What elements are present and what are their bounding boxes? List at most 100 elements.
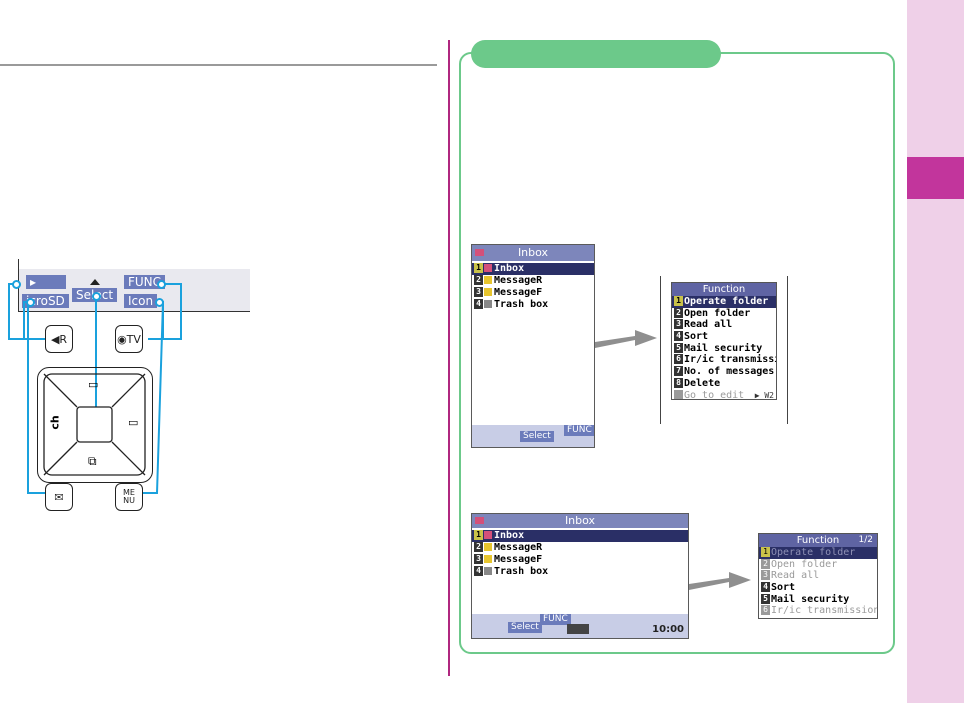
- row-number: 4: [474, 566, 483, 576]
- navigation-pad[interactable]: ▭ ch ▭ ⧉: [37, 367, 153, 483]
- item-label: No. of messages: [684, 366, 775, 378]
- function-item[interactable]: Go to edit ▶ W2: [672, 389, 776, 400]
- mail-icon: [475, 249, 484, 256]
- softkey-area: Select FUNC: [472, 425, 594, 447]
- item-number: 5: [761, 593, 770, 604]
- function-item[interactable]: 4 Sort: [759, 582, 877, 594]
- item-number: 1: [674, 296, 683, 306]
- nav-down-icon[interactable]: ⧉: [88, 454, 97, 469]
- next-page-indicator: ▶ W2: [754, 390, 774, 400]
- nav-right-icon[interactable]: ▭: [128, 416, 138, 429]
- key-diagram: ▸ icroSD Select FUNC Icon ◀R ◉TV: [0, 255, 260, 525]
- inbox-screen-landscape: Inbox 1 Inbox 2 MessageR 3 MessageF 4 Trash …: [471, 513, 689, 639]
- side-index-tab: [907, 157, 964, 199]
- page-indicator: 1/2: [858, 535, 873, 545]
- row-label: Trash box: [494, 566, 549, 577]
- row-number: 2: [474, 275, 483, 285]
- item-number: 6: [761, 605, 770, 616]
- item-number: 3: [674, 319, 683, 330]
- row-number: 3: [474, 554, 483, 564]
- menu-key[interactable]: ME NU: [115, 483, 143, 511]
- function-title: Function: [796, 535, 840, 546]
- voice-key[interactable]: ◀R: [45, 325, 73, 353]
- function-item[interactable]: 6Ir/ic transmission: [672, 354, 776, 366]
- item-label: Operate folder: [771, 547, 856, 558]
- select-softkey[interactable]: Select: [508, 622, 542, 633]
- function-item[interactable]: 8 Delete: [672, 377, 776, 390]
- item-label: Mail security: [771, 593, 850, 605]
- function-item[interactable]: 4 Sort: [672, 331, 776, 343]
- function-item[interactable]: 2 Open folder: [759, 558, 877, 571]
- item-label: Ir/ic transmission: [684, 354, 776, 366]
- row-label: MessageF: [494, 287, 543, 298]
- row-label: MessageF: [494, 554, 543, 565]
- folder-icon: [484, 288, 492, 296]
- tv-key-label: ◉TV: [117, 332, 141, 346]
- callout-dot: [12, 280, 21, 289]
- folder-row[interactable]: 1 Inbox: [472, 530, 688, 542]
- item-number: 8: [674, 377, 683, 388]
- item-label: Sort: [771, 582, 796, 594]
- function-title-bar: Function: [672, 283, 776, 296]
- folder-row[interactable]: 4 Trash box: [472, 299, 594, 311]
- screen-title: Inbox: [564, 514, 596, 527]
- item-number: 4: [761, 582, 770, 593]
- inbox-screen-portrait: Inbox 1 Inbox 2 MessageR 3 MessageF 4 Trash …: [471, 244, 595, 448]
- item-number: 5: [674, 342, 683, 353]
- row-number: 4: [474, 299, 483, 309]
- folder-row[interactable]: 3 MessageF: [472, 554, 688, 566]
- row-label: Inbox: [494, 530, 525, 541]
- function-title: Function: [702, 284, 746, 295]
- item-label: Delete: [684, 377, 721, 389]
- callout-dot: [26, 298, 35, 307]
- folder-row[interactable]: 1 Inbox: [472, 263, 594, 275]
- voice-key-label: ◀R: [50, 332, 68, 346]
- item-label: Mail security: [684, 342, 763, 354]
- function-item[interactable]: 2 Open folder: [672, 307, 776, 320]
- item-number: 6: [674, 354, 683, 365]
- transition-arrow-icon: [595, 330, 657, 348]
- screen-title-bar: Inbox: [472, 514, 688, 528]
- select-softkey[interactable]: Select: [520, 431, 554, 442]
- item-label: Open folder: [684, 307, 751, 319]
- section-rule: [0, 64, 437, 66]
- function-menu-portrait: Function 1 Operate folder 2 Open folder 3R…: [671, 282, 777, 400]
- mail-key[interactable]: ✉: [45, 483, 73, 511]
- folder-icon: [484, 276, 492, 284]
- func-softkey[interactable]: FUNC: [564, 425, 594, 436]
- side-index-strip: [907, 0, 964, 703]
- transition-arrow-icon: [689, 572, 751, 590]
- function-item[interactable]: 3 Read all: [672, 319, 776, 331]
- folder-row[interactable]: 2 MessageR: [472, 542, 688, 554]
- item-number: 2: [674, 307, 683, 318]
- item-label: Sort: [684, 331, 709, 343]
- function-item[interactable]: 5 Mail security: [672, 342, 776, 355]
- callout-dot: [157, 280, 166, 289]
- folder-row[interactable]: 3 MessageF: [472, 287, 594, 299]
- softkey-area: Select FUNC 10:00: [472, 614, 688, 638]
- folder-row[interactable]: 4 Trash box: [472, 566, 688, 578]
- nav-up-icon[interactable]: ▭: [88, 378, 98, 391]
- function-title-bar: Function 1/2: [759, 534, 877, 547]
- trash-icon: [484, 567, 492, 575]
- function-item[interactable]: 5 Mail security: [759, 593, 877, 606]
- folder-list: 1 Inbox 2 MessageR 3 MessageF 4 Trash box: [472, 261, 594, 311]
- function-item[interactable]: 7 No. of messages: [672, 366, 776, 378]
- inbox-folder-icon: [484, 264, 492, 272]
- row-number: 1: [474, 263, 483, 273]
- mail-icon: [475, 517, 484, 524]
- folder-icon: [484, 555, 492, 563]
- function-item[interactable]: 1 Operate folder: [672, 296, 776, 308]
- tv-key[interactable]: ◉TV: [115, 325, 143, 353]
- function-item[interactable]: 6Ir/ic transmission: [759, 605, 877, 617]
- signal-icon: [567, 624, 589, 634]
- folder-row[interactable]: 2 MessageR: [472, 275, 594, 287]
- item-number: 1: [761, 547, 770, 557]
- function-item[interactable]: 1 Operate folder: [759, 547, 877, 559]
- item-number: 7: [674, 366, 683, 377]
- item-label: Read all: [771, 570, 820, 582]
- nav-left-icon[interactable]: ch: [49, 415, 62, 429]
- item-number: 4: [674, 331, 683, 342]
- function-item[interactable]: 3 Read all: [759, 570, 877, 582]
- item-label: Ir/ic transmission: [771, 605, 878, 617]
